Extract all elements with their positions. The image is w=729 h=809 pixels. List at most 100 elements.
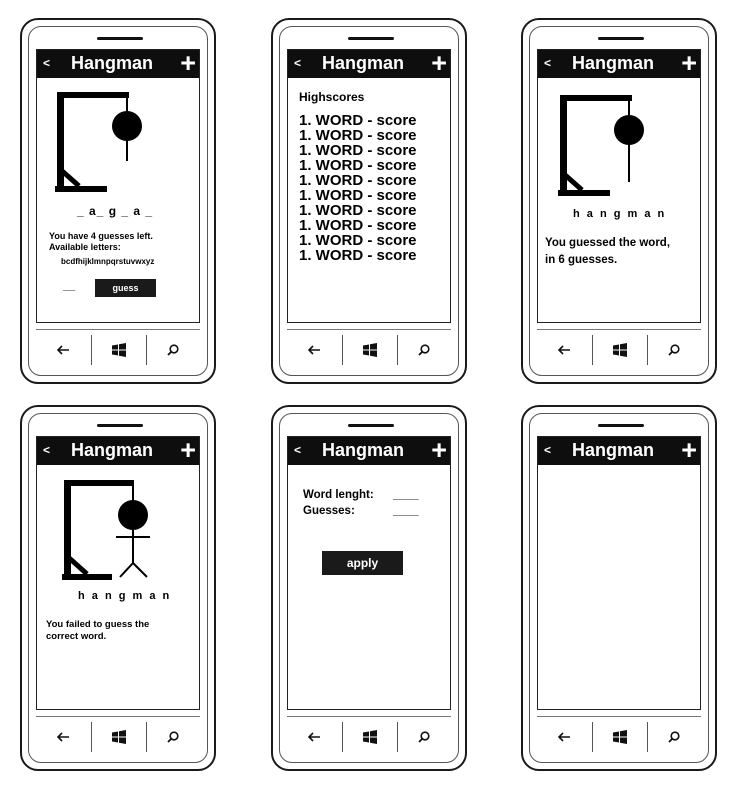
phone-win: < Hangman + h a n g m a n You guessed th… [521, 18, 717, 384]
screen-win: < Hangman + h a n g m a n You guessed th… [537, 49, 701, 323]
hardware-start-button[interactable] [342, 335, 398, 365]
gallows-drawing [62, 480, 150, 580]
highscore-entry: 1. WORD - score [299, 172, 417, 189]
phone-empty: < Hangman + [521, 405, 717, 771]
add-button[interactable]: + [681, 50, 697, 79]
windows-logo-icon [112, 343, 126, 357]
highscore-entry: 1. WORD - score [299, 112, 417, 129]
back-button[interactable]: < [544, 443, 551, 457]
arrow-left-icon [557, 732, 570, 742]
highscore-entry: 1. WORD - score [299, 127, 417, 144]
guesses-field[interactable]: ____ [393, 505, 419, 517]
hardware-search-button[interactable] [146, 722, 200, 752]
gallows-post [64, 480, 71, 578]
search-icon [167, 731, 179, 743]
search-icon [167, 344, 179, 356]
hardware-search-button[interactable] [146, 335, 200, 365]
nav-divider [36, 716, 200, 717]
word-length-field[interactable]: ____ [393, 489, 419, 501]
phone-nav-bar [36, 722, 200, 752]
gallows-base [55, 186, 107, 192]
add-button[interactable]: + [431, 50, 447, 79]
hardware-search-button[interactable] [647, 722, 701, 752]
nav-divider [287, 716, 451, 717]
gallows-beam [560, 95, 632, 101]
add-button[interactable]: + [431, 437, 447, 466]
hangman-head [118, 500, 148, 530]
highscores-heading: Highscores [299, 90, 365, 104]
highscore-entry: 1. WORD - score [299, 247, 417, 264]
back-button[interactable]: < [544, 56, 551, 70]
guess-button[interactable]: guess [95, 279, 156, 297]
arrow-left-icon [56, 345, 69, 355]
solved-word: h a n g m a n [573, 208, 667, 220]
windows-logo-icon [613, 730, 627, 744]
phone-nav-bar [287, 722, 451, 752]
hardware-start-button[interactable] [342, 722, 398, 752]
guess-input[interactable]: __ [63, 280, 75, 292]
windows-logo-icon [112, 730, 126, 744]
speaker-grille [97, 424, 143, 427]
arrow-left-icon [56, 732, 69, 742]
hardware-search-button[interactable] [397, 722, 451, 752]
title-bar: < Hangman + [288, 437, 450, 465]
back-button[interactable]: < [43, 56, 50, 70]
add-button[interactable]: + [180, 437, 196, 466]
windows-logo-icon [363, 343, 377, 357]
phone-game: < Hangman + _ a_ g _ a _ You have 4 gues… [20, 18, 216, 384]
hardware-back-button[interactable] [36, 722, 90, 752]
available-letters-label: Available letters: [49, 242, 121, 252]
app-title: Hangman [322, 53, 405, 73]
hardware-start-button[interactable] [91, 335, 147, 365]
title-bar: < Hangman + [538, 50, 700, 78]
hardware-start-button[interactable] [592, 722, 648, 752]
add-button[interactable]: + [681, 437, 697, 466]
title-bar: < Hangman + [538, 437, 700, 465]
hardware-back-button[interactable] [537, 722, 591, 752]
hardware-back-button[interactable] [537, 335, 591, 365]
highscore-entry: 1. WORD - score [299, 217, 417, 234]
gallows-post [57, 92, 64, 192]
speaker-grille [348, 424, 394, 427]
search-icon [668, 344, 680, 356]
phone-nav-bar [287, 335, 451, 365]
lose-message-line1: You failed to guess the [46, 619, 150, 630]
arrow-left-icon [307, 732, 320, 742]
speaker-grille [348, 37, 394, 40]
search-icon [418, 731, 430, 743]
hardware-search-button[interactable] [397, 335, 451, 365]
hardware-back-button[interactable] [287, 335, 341, 365]
search-icon [418, 344, 430, 356]
back-button[interactable]: < [43, 443, 50, 457]
word-length-label: Word lenght: [303, 489, 374, 501]
hardware-back-button[interactable] [36, 335, 90, 365]
windows-logo-icon [613, 343, 627, 357]
nav-divider [287, 329, 451, 330]
screen-empty: < Hangman + [537, 436, 701, 710]
back-button[interactable]: < [294, 443, 301, 457]
back-button[interactable]: < [294, 56, 301, 70]
phone-settings: < Hangman + Word lenght: ____ Guesses: _… [271, 405, 467, 771]
nav-divider [537, 329, 701, 330]
add-button[interactable]: + [180, 50, 196, 79]
lose-message-line2: correct word. [46, 631, 107, 642]
speaker-grille [97, 37, 143, 40]
phone-nav-bar [537, 722, 701, 752]
hardware-back-button[interactable] [287, 722, 341, 752]
gallows-base [62, 574, 112, 580]
title-bar: < Hangman + [37, 437, 199, 465]
solved-word: h a n g m a n [78, 590, 172, 602]
gallows-beam [57, 92, 129, 98]
highscore-entry: 1. WORD - score [299, 202, 417, 219]
phone-nav-bar [36, 335, 200, 365]
screen-lose: < Hangman + h a n g m a n You failed to … [36, 436, 200, 710]
highscore-entry: 1. WORD - score [299, 232, 417, 249]
app-title: Hangman [71, 53, 154, 73]
hardware-start-button[interactable] [91, 722, 147, 752]
arrow-left-icon [557, 345, 570, 355]
highscore-entry: 1. WORD - score [299, 187, 417, 204]
hardware-search-button[interactable] [647, 335, 701, 365]
apply-button[interactable]: apply [322, 551, 403, 575]
hardware-start-button[interactable] [592, 335, 648, 365]
gallows-drawing [55, 92, 142, 192]
